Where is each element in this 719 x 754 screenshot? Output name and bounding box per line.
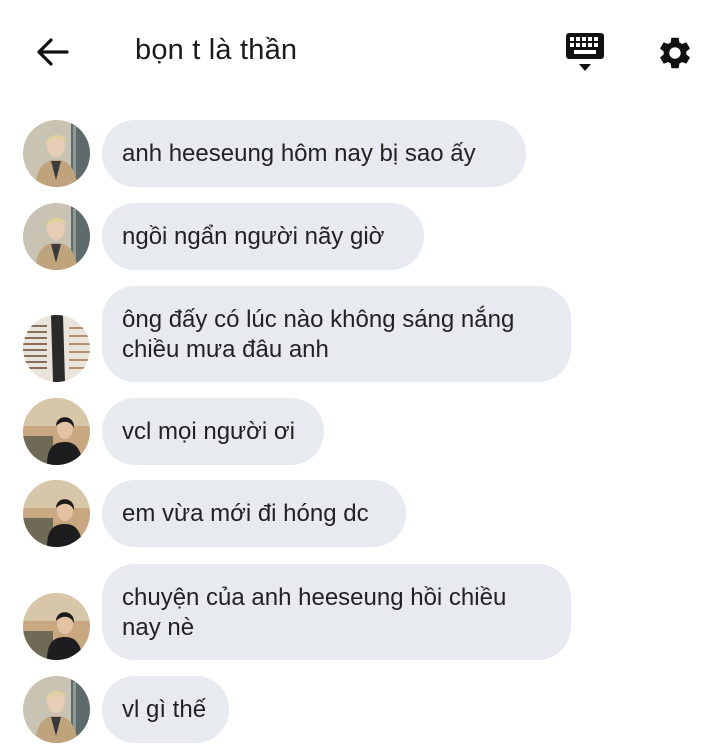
avatar-dark-hair-sunset[interactable] <box>23 480 90 547</box>
message-bubble[interactable]: em vừa mới đi hóng dc <box>102 480 406 547</box>
avatar-dark-hair-sunset[interactable] <box>23 593 90 660</box>
avatar-figure-by-window-blinds[interactable] <box>23 315 90 382</box>
avatar-blond-man-suit[interactable] <box>23 676 90 743</box>
message-bubble[interactable]: ông đấy có lúc nào không sáng nắng chiều… <box>102 286 571 382</box>
message-list[interactable]: anh heeseung hôm nay bị sao ấy ngồi ngẩn… <box>0 0 719 754</box>
avatar-blond-man-suit[interactable] <box>23 120 90 187</box>
message-bubble[interactable]: anh heeseung hôm nay bị sao ấy <box>102 120 526 187</box>
avatar-blond-man-suit[interactable] <box>23 203 90 270</box>
message-bubble[interactable]: chuyện của anh heeseung hồi chiều nay nè <box>102 564 571 660</box>
message-bubble[interactable]: vcl mọi người ơi <box>102 398 324 465</box>
message-bubble[interactable]: ngồi ngẩn người nãy giờ <box>102 203 424 270</box>
avatar-dark-hair-sunset[interactable] <box>23 398 90 465</box>
chat-screen: bọn t là thần anh heeseung hôm nay bị sa… <box>0 0 719 754</box>
message-bubble[interactable]: vl gì thế <box>102 676 229 743</box>
